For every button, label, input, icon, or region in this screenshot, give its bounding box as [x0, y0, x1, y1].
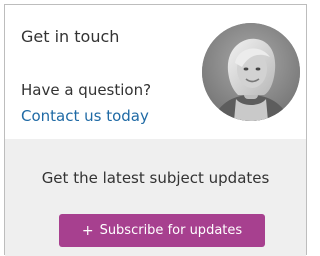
contact-section: Get in touch Have a question? Contact us…	[5, 5, 306, 139]
avatar-photo	[202, 23, 300, 121]
subscribe-text: Get the latest subject updates	[41, 169, 270, 187]
subscribe-button[interactable]: + Subscribe for updates	[59, 214, 265, 247]
contact-us-link[interactable]: Contact us today	[21, 107, 149, 125]
plus-icon: +	[81, 222, 94, 239]
subscribe-section: Get the latest subject updates + Subscri…	[5, 139, 306, 256]
contact-question: Have a question?	[21, 81, 152, 99]
avatar	[202, 23, 300, 121]
contact-title: Get in touch	[21, 27, 120, 46]
get-in-touch-widget: Get in touch Have a question? Contact us…	[4, 4, 307, 256]
subscribe-button-label: Subscribe for updates	[99, 223, 243, 238]
